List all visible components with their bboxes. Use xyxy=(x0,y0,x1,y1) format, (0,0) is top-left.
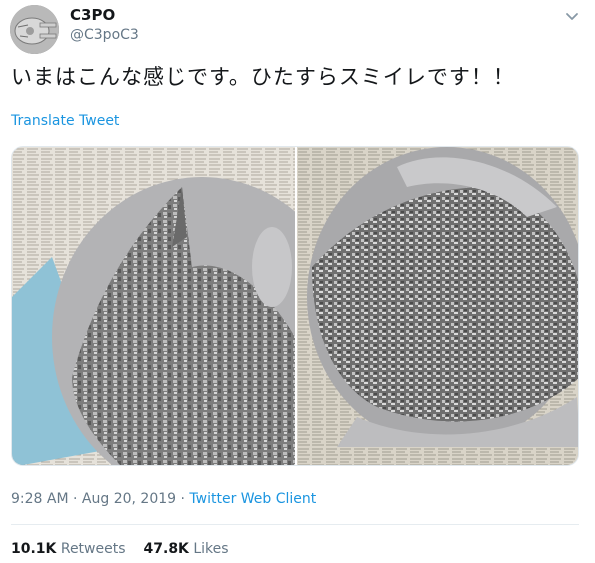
tweet-card: C3PO @C3poC3 いまはこんな感じです。ひたすらスミイレです！！ Tra… xyxy=(0,0,595,563)
tweet-date[interactable]: Aug 20, 2019 xyxy=(82,491,176,507)
avatar[interactable] xyxy=(10,5,59,54)
media-grid xyxy=(11,146,579,466)
millennium-falcon-avatar-icon xyxy=(10,5,59,54)
photo-spaceship-model-panel-icon xyxy=(297,147,578,465)
tweet-client-link[interactable]: Twitter Web Client xyxy=(189,491,316,507)
more-options-chevron-down-icon[interactable] xyxy=(562,6,582,26)
likes-count: 47.8K xyxy=(143,541,189,557)
tweet-text: いまはこんな感じです。ひたすらスミイレです！！ xyxy=(11,65,515,89)
translate-tweet-link[interactable]: Translate Tweet xyxy=(11,113,119,129)
photo-spaceship-model-in-progress-icon xyxy=(12,147,295,465)
photo-left[interactable] xyxy=(12,147,295,465)
retweets-count: 10.1K xyxy=(11,541,57,557)
likes-stat[interactable]: 47.8K Likes xyxy=(144,541,229,557)
retweets-stat[interactable]: 10.1K Retweets xyxy=(11,541,126,557)
meta-separator: · xyxy=(68,491,82,507)
display-name[interactable]: C3PO xyxy=(70,6,115,24)
user-handle[interactable]: @C3poC3 xyxy=(70,27,139,43)
meta-separator: · xyxy=(176,491,190,507)
retweets-label: Retweets xyxy=(60,541,126,557)
divider-line xyxy=(11,524,579,525)
likes-label: Likes xyxy=(193,541,229,557)
tweet-meta: 9:28 AM · Aug 20, 2019 · Twitter Web Cli… xyxy=(11,491,316,507)
tweet-time[interactable]: 9:28 AM xyxy=(11,491,69,507)
photo-right[interactable] xyxy=(297,147,578,465)
tweet-stats: 10.1K Retweets 47.8K Likes xyxy=(11,541,229,557)
